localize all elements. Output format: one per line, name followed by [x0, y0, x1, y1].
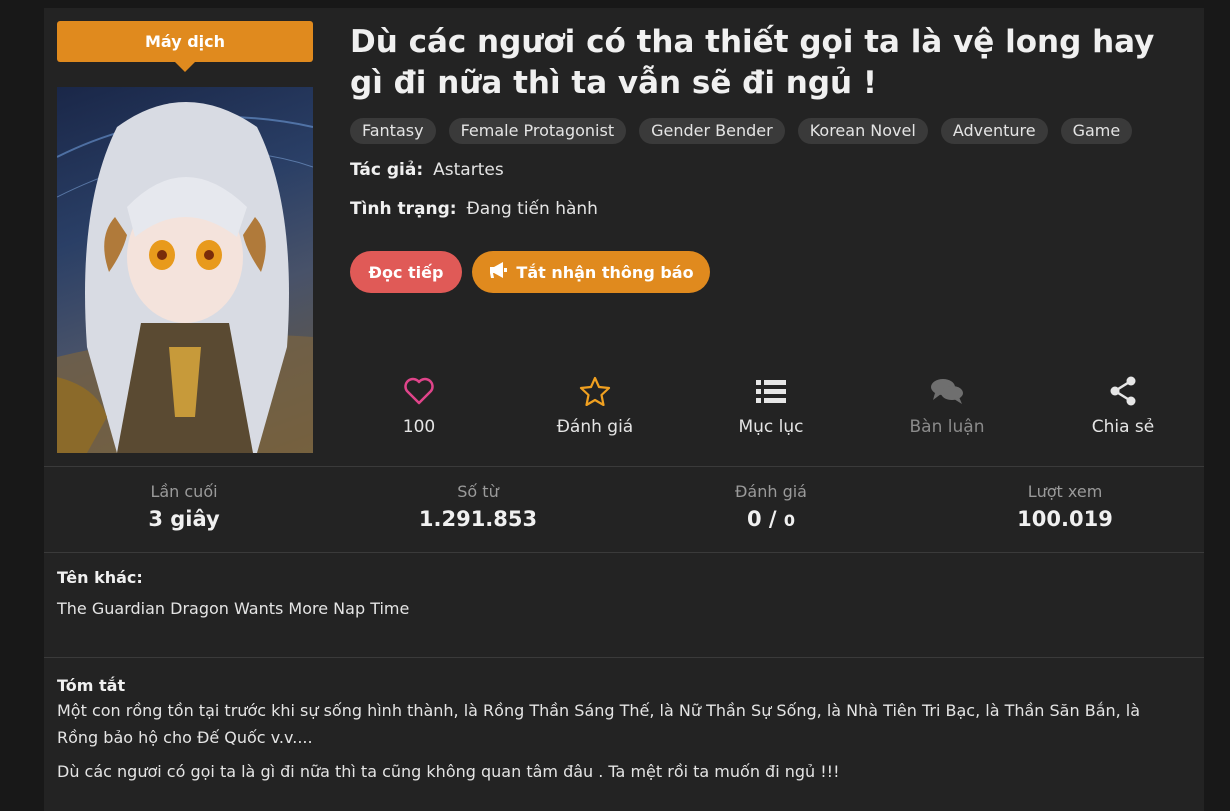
stat-last-updated: Lần cuối 3 giây [84, 482, 284, 531]
comments-action[interactable]: Bàn luận [887, 376, 1007, 437]
other-names-value: The Guardian Dragon Wants More Nap Time [57, 599, 410, 618]
divider [44, 657, 1204, 658]
rating-score: 0 / [746, 507, 777, 531]
stat-label: Lượt xem [1027, 482, 1103, 501]
tag-korean-novel[interactable]: Korean Novel [797, 118, 928, 144]
table-of-contents-action[interactable]: Mục lục [711, 376, 831, 437]
comments-label: Bàn luận [909, 417, 985, 437]
heart-icon [403, 376, 435, 411]
share-action[interactable]: Chia sẻ [1063, 376, 1183, 437]
notification-toggle-button[interactable]: Tắt nhận thông báo [472, 251, 710, 293]
stat-value: 1.291.853 [418, 507, 538, 531]
stat-label: Đánh giá [735, 482, 807, 501]
stat-views: Lượt xem 100.019 [965, 482, 1165, 531]
stat-value: 3 giây [148, 507, 220, 531]
stat-value: 100.019 [1017, 507, 1113, 531]
genre-tag-list: Fantasy Female Protagonist Gender Bender… [350, 118, 1133, 144]
rate-action[interactable]: Đánh giá [535, 376, 655, 437]
summary-paragraph: Dù các ngươi có gọi ta là gì đi nữa thì … [57, 762, 840, 781]
summary-heading: Tóm tắt [57, 676, 126, 695]
like-count: 100 [402, 417, 436, 437]
cover-image[interactable] [57, 87, 313, 453]
stat-label: Số từ [457, 482, 499, 501]
like-action[interactable]: 100 [359, 376, 479, 437]
stat-rating: Đánh giá 0 / 0 [671, 482, 871, 531]
translation-type-badge: Máy dịch [57, 21, 313, 72]
continue-reading-label: Đọc tiếp [368, 262, 444, 282]
megaphone-icon [488, 261, 508, 283]
table-of-contents-label: Mục lục [738, 417, 804, 437]
other-names-heading: Tên khác: [57, 568, 143, 587]
summary-paragraph: Một con rồng tồn tại trước khi sự sống h… [57, 701, 1141, 747]
continue-reading-button[interactable]: Đọc tiếp [350, 251, 462, 293]
stat-label: Lần cuối [150, 482, 218, 501]
stat-value: 0 / 0 [671, 507, 871, 531]
author-row: Tác giả: Astartes [350, 160, 504, 180]
summary-section: Tóm tắt Một con rồng tồn tại trước khi s… [57, 676, 1177, 785]
star-icon [579, 376, 611, 411]
rate-label: Đánh giá [556, 417, 634, 437]
comments-icon [929, 376, 965, 411]
notification-toggle-label: Tắt nhận thông báo [516, 262, 694, 282]
stat-word-count: Số từ 1.291.853 [378, 482, 578, 531]
status-value: Đang tiến hành [466, 199, 598, 219]
novel-detail-panel: Máy dịch Dù các ngươi có tha thiết gọi t… [44, 8, 1204, 811]
tag-adventure[interactable]: Adventure [940, 118, 1048, 144]
novel-title: Dù các ngươi có tha thiết gọi ta là vệ l… [350, 24, 1155, 101]
list-icon [755, 376, 787, 411]
author-label: Tác giả: [350, 160, 424, 180]
rating-count: 0 [783, 511, 796, 530]
status-label: Tình trạng: [350, 199, 457, 219]
divider [44, 552, 1204, 553]
tag-fantasy[interactable]: Fantasy [350, 118, 436, 144]
share-label: Chia sẻ [1091, 417, 1155, 437]
other-names-section: Tên khác: The Guardian Dragon Wants More… [57, 568, 1177, 622]
divider [44, 466, 1204, 467]
tag-game[interactable]: Game [1060, 118, 1133, 144]
status-row: Tình trạng: Đang tiến hành [350, 199, 598, 219]
tag-gender-bender[interactable]: Gender Bender [639, 118, 785, 144]
tag-female-protagonist[interactable]: Female Protagonist [448, 118, 627, 144]
share-icon [1107, 376, 1139, 411]
author-value[interactable]: Astartes [433, 160, 504, 180]
